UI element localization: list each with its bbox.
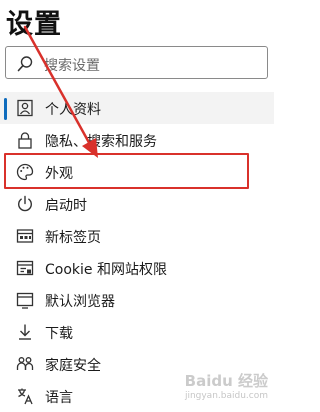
palette-icon [16,163,34,181]
profile-icon [16,99,34,117]
nav-item-cookies[interactable]: Cookie 和网站权限 [0,252,274,284]
power-icon [16,195,34,213]
nav-item-default-browser[interactable]: 默认浏览器 [0,284,274,316]
nav-item-label: 外观 [45,166,73,182]
nav-item-new-tab[interactable]: 新标签页 [0,220,274,252]
watermark-text: Baidu 经验 [184,372,268,390]
nav-item-label: 隐私、搜索和服务 [45,134,157,150]
nav-item-privacy[interactable]: 隐私、搜索和服务 [0,124,274,156]
selected-indicator [4,98,7,120]
lock-icon [16,131,34,149]
language-icon [16,387,34,405]
nav-item-label: 新标签页 [45,230,101,246]
nav-item-label: 语言 [45,390,73,406]
search-input[interactable]: 搜索设置 [5,46,268,79]
page-title: 设置 [6,9,62,40]
nav-item-label: Cookie 和网站权限 [45,262,167,278]
nav-item-label: 启动时 [45,198,87,214]
nav-item-label: 个人资料 [45,102,101,118]
nav-item-label: 家庭安全 [45,358,101,374]
nav-item-profile[interactable]: 个人资料 [0,92,274,124]
browser-icon [16,291,34,309]
site-permissions-icon [16,259,34,277]
search-placeholder: 搜索设置 [44,58,100,74]
nav-item-label: 下载 [45,326,73,342]
search-icon [17,56,33,72]
nav-item-downloads[interactable]: 下载 [0,316,274,348]
watermark: Baidu 经验 jingyan.baidu.com [185,370,268,401]
family-icon [16,355,34,373]
nav-item-label: 默认浏览器 [45,294,115,310]
watermark-sub: jingyan.baidu.com [184,391,268,401]
new-tab-icon [16,227,34,245]
nav-item-startup[interactable]: 启动时 [0,188,274,220]
settings-nav: 个人资料 隐私、搜索和服务 外观 启动时 新标签页 Cookie 和网站权限 默… [0,92,274,412]
download-icon [16,323,34,341]
nav-item-appearance[interactable]: 外观 [0,156,274,188]
